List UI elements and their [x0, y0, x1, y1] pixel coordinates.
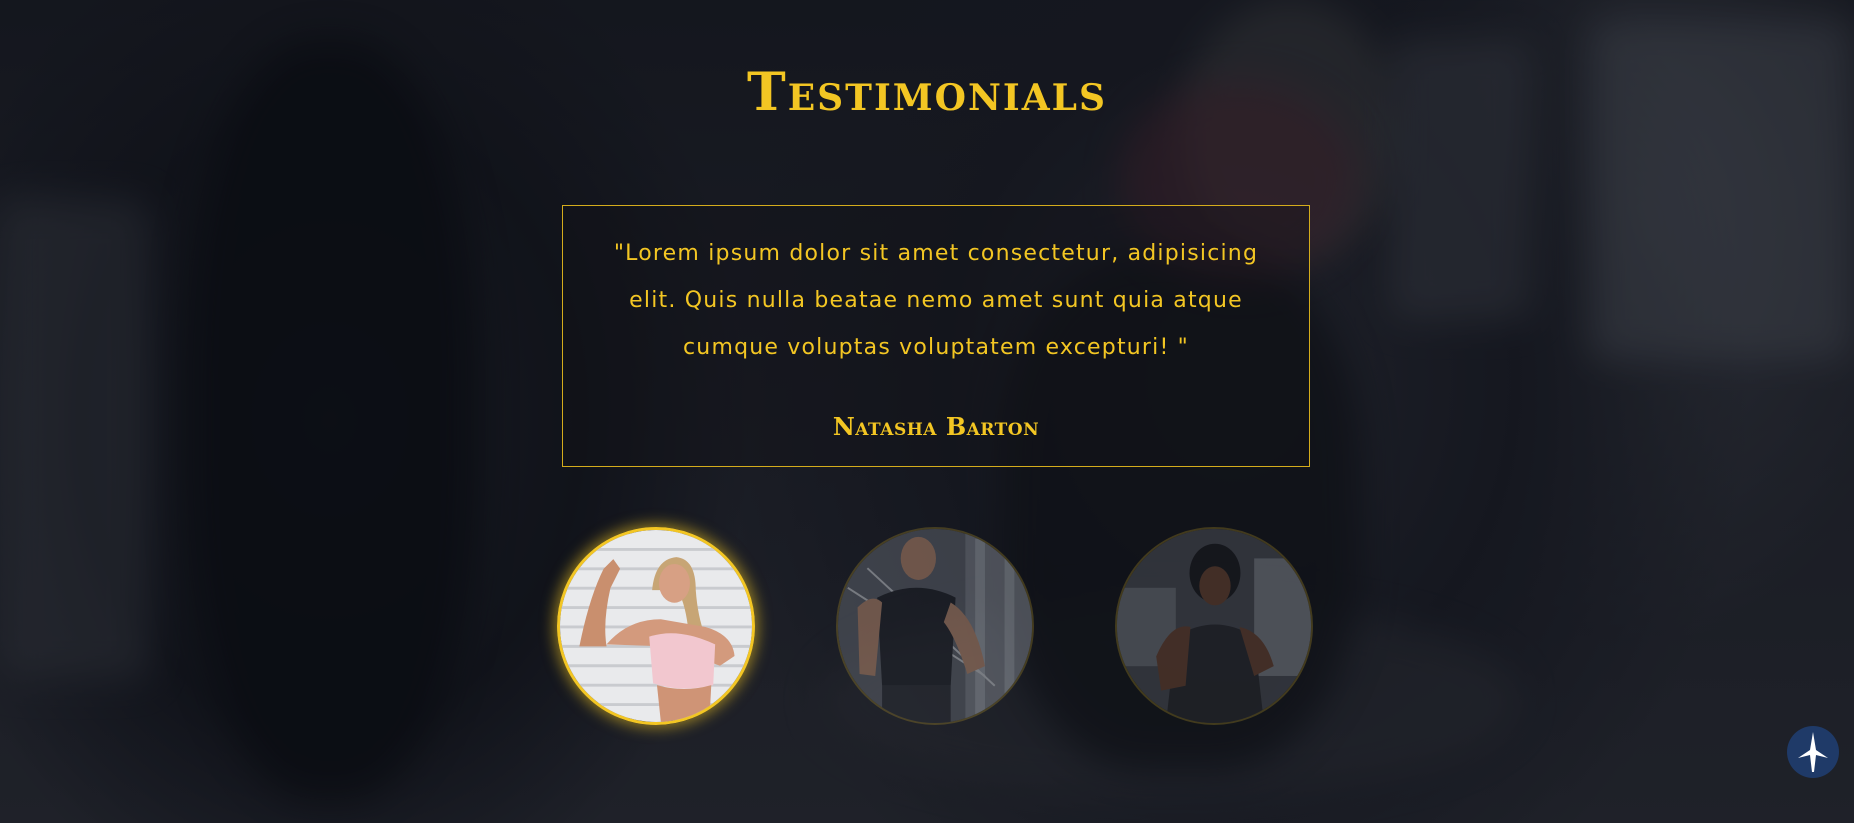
testimonial-avatar-1[interactable]: [557, 527, 755, 725]
back-to-top-button[interactable]: [1787, 726, 1839, 778]
testimonial-avatar-3[interactable]: [1115, 527, 1313, 725]
woman-gym-photo: [1117, 529, 1311, 723]
testimonial-avatar-2[interactable]: [836, 527, 1034, 725]
testimonial-author: Natasha Barton: [832, 412, 1040, 441]
woman-flexing-photo: [560, 530, 752, 722]
testimonials-section: Testimonials "Lorem ipsum dolor sit amet…: [0, 0, 1854, 823]
testimonial-quote: "Lorem ipsum dolor sit amet consectetur,…: [613, 241, 1259, 360]
man-cable-workout-photo: [838, 529, 1032, 723]
testimonial-card: "Lorem ipsum dolor sit amet consectetur,…: [562, 205, 1310, 467]
arrow-up-icon: [1798, 732, 1828, 772]
section-title: Testimonials: [747, 62, 1107, 123]
